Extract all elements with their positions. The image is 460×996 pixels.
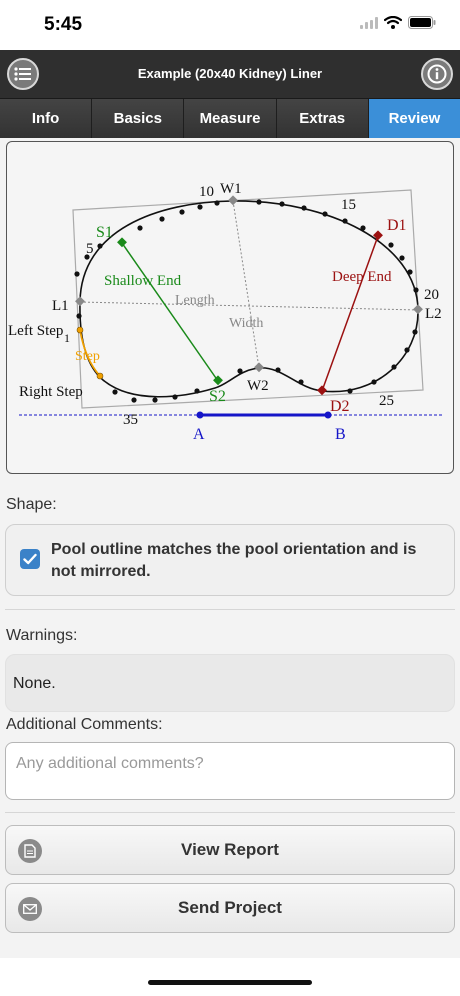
label-n25: 25 bbox=[379, 393, 394, 409]
label-l1: L1 bbox=[52, 298, 69, 314]
tab-extras[interactable]: Extras bbox=[276, 99, 369, 139]
pool-diagram-svg: W1 10 15 D1 S1 5 Shallow End Deep End 20… bbox=[8, 181, 444, 443]
outline-points bbox=[74, 199, 419, 403]
pool-outline bbox=[79, 200, 419, 398]
divider bbox=[5, 812, 455, 813]
battery-icon bbox=[408, 16, 436, 29]
tab-bar: Info Basics Measure Extras Review bbox=[0, 98, 460, 139]
pool-diagram: W1 10 15 D1 S1 5 Shallow End Deep End 20… bbox=[6, 141, 454, 474]
marker-w2 bbox=[254, 362, 264, 373]
status-time: 5:45 bbox=[44, 14, 83, 35]
warnings-text: None. bbox=[13, 675, 56, 692]
info-button[interactable] bbox=[421, 58, 453, 90]
label-n35: 35 bbox=[123, 412, 138, 428]
nav-bar: Example (20x40 Kidney) Liner bbox=[0, 50, 460, 98]
shape-card[interactable]: Pool outline matches the pool orientatio… bbox=[5, 524, 455, 596]
tab-info[interactable]: Info bbox=[0, 99, 93, 139]
list-icon bbox=[14, 67, 31, 81]
label-n5: 5 bbox=[86, 241, 94, 257]
signal-icon bbox=[360, 16, 378, 29]
page-title: Example (20x40 Kidney) Liner bbox=[137, 66, 323, 81]
label-length: Length bbox=[175, 293, 215, 308]
label-d1: D1 bbox=[387, 217, 407, 234]
tab-basics[interactable]: Basics bbox=[92, 99, 185, 139]
label-width: Width bbox=[229, 316, 263, 331]
orientation-checkbox[interactable] bbox=[20, 549, 40, 569]
marker-s1 bbox=[117, 237, 127, 248]
label-n1: 1 bbox=[64, 331, 70, 345]
width-line bbox=[232, 200, 260, 369]
label-l2: L2 bbox=[425, 306, 442, 322]
label-deep-end: Deep End bbox=[332, 269, 392, 285]
label-step: Step bbox=[75, 349, 100, 364]
label-right-step: Right Step bbox=[19, 384, 83, 400]
label-shallow-end: Shallow End bbox=[104, 273, 182, 289]
checkmark-icon bbox=[23, 553, 37, 565]
deep-line bbox=[321, 235, 379, 392]
length-line bbox=[79, 301, 419, 311]
shallow-line bbox=[121, 242, 219, 382]
label-a: A bbox=[193, 426, 205, 443]
tab-review[interactable]: Review bbox=[368, 99, 460, 139]
status-icons bbox=[360, 16, 436, 29]
label-n15: 15 bbox=[341, 197, 356, 213]
send-project-button[interactable]: Send Project bbox=[5, 883, 455, 933]
label-w2: W2 bbox=[247, 378, 269, 394]
review-content: W1 10 15 D1 S1 5 Shallow End Deep End 20… bbox=[0, 138, 460, 958]
info-icon bbox=[427, 64, 447, 84]
label-left-step: Left Step bbox=[8, 323, 63, 339]
wifi-icon bbox=[384, 16, 402, 29]
label-d2: D2 bbox=[330, 398, 350, 415]
marker-d2 bbox=[317, 385, 327, 396]
divider bbox=[5, 609, 455, 610]
warnings-card: None. bbox=[5, 654, 455, 712]
label-n20: 20 bbox=[424, 287, 439, 303]
bottom-safe-area bbox=[0, 958, 460, 996]
label-w1: W1 bbox=[220, 181, 242, 197]
warnings-label: Warnings: bbox=[6, 627, 78, 644]
send-project-label: Send Project bbox=[178, 898, 282, 917]
label-s1: S1 bbox=[96, 224, 113, 241]
label-b: B bbox=[335, 426, 346, 443]
status-bar: 5:45 bbox=[0, 0, 460, 50]
label-n10: 10 bbox=[199, 184, 214, 200]
point-a bbox=[196, 411, 204, 419]
bounding-box bbox=[72, 189, 424, 409]
tab-measure[interactable]: Measure bbox=[184, 99, 277, 139]
menu-button[interactable] bbox=[7, 58, 39, 90]
orientation-text: Pool outline matches the pool orientatio… bbox=[51, 541, 417, 580]
comments-label: Additional Comments: bbox=[6, 716, 163, 733]
home-indicator[interactable] bbox=[148, 980, 312, 985]
shape-label: Shape: bbox=[6, 496, 57, 513]
comments-input[interactable]: Any additional comments? bbox=[5, 742, 455, 800]
view-report-button[interactable]: View Report bbox=[5, 825, 455, 875]
label-s2: S2 bbox=[209, 388, 226, 405]
view-report-label: View Report bbox=[181, 840, 279, 859]
marker-l2 bbox=[413, 304, 423, 315]
